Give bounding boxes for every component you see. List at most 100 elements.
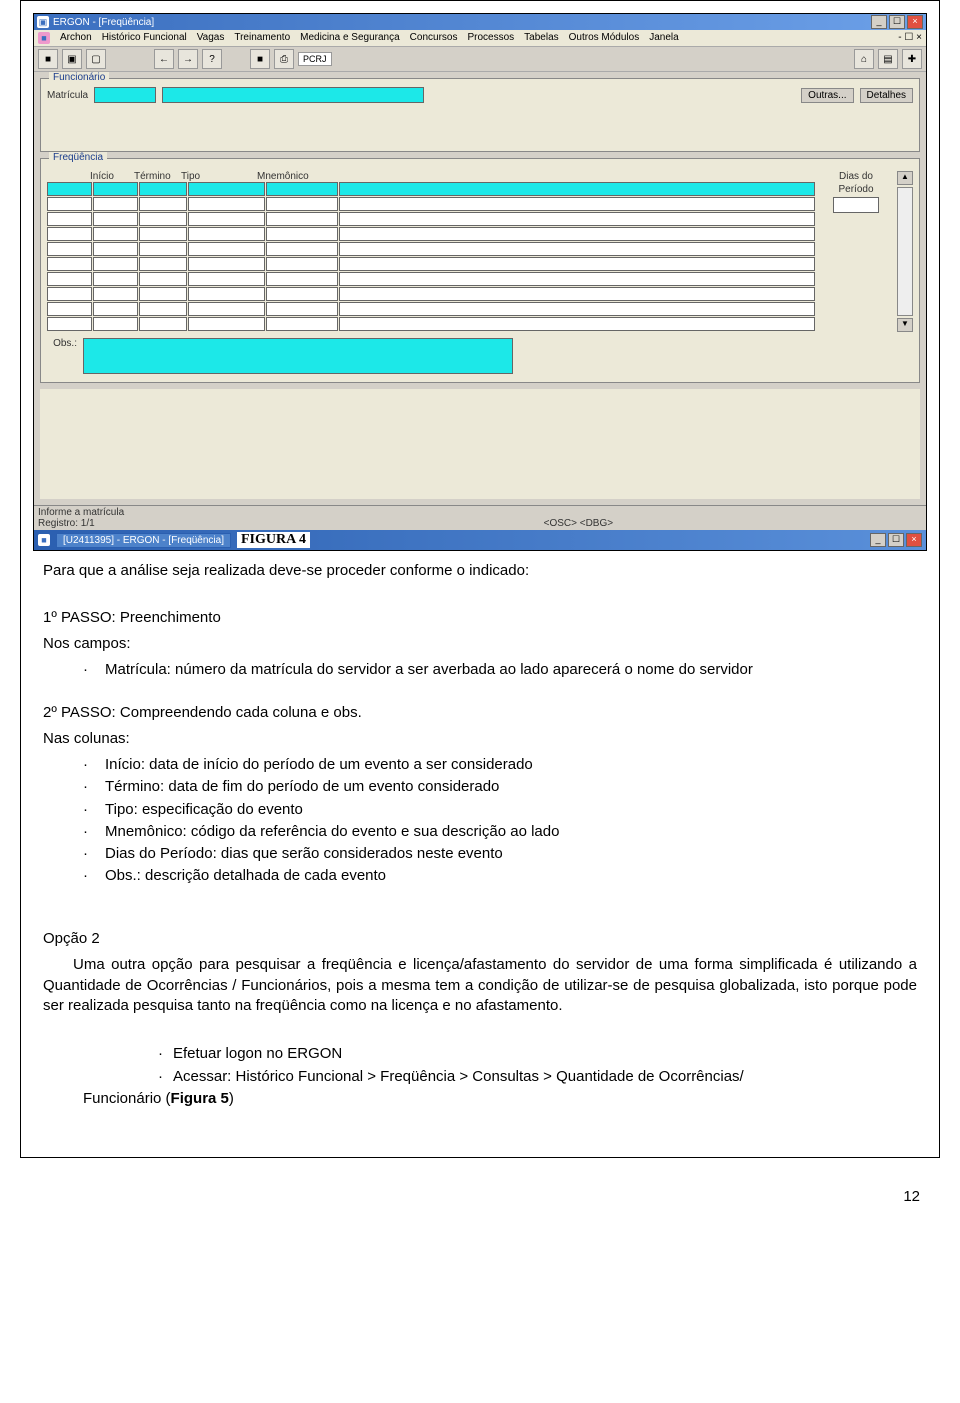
blank-area — [40, 389, 920, 499]
menu-vagas[interactable]: Vagas — [197, 32, 225, 44]
figura-caption: FIGURA 4 — [237, 532, 310, 548]
status-flags: <OSC> <DBG> — [544, 518, 613, 529]
table-row[interactable] — [47, 302, 815, 316]
frequencia-legend: Freqüência — [49, 152, 107, 163]
table-row[interactable] — [47, 257, 815, 271]
list-item: · Acessar: Histórico Funcional > Freqüên… — [103, 1067, 917, 1087]
dias-input[interactable] — [833, 197, 879, 213]
bullet-icon: · — [83, 822, 87, 826]
table-row[interactable] — [47, 197, 815, 211]
mdi-window-controls[interactable]: - ☐ × — [898, 32, 922, 44]
page-frame: ▣ ERGON - [Freqüência] _ ☐ × ■ Archon Hi… — [20, 0, 940, 1158]
table-row[interactable] — [47, 212, 815, 226]
outras-button[interactable]: Outras... — [801, 88, 853, 103]
menubar: ■ Archon Histórico Funcional Vagas Trein… — [34, 30, 926, 46]
passo2-title: 2º PASSO: Compreendendo cada coluna e ob… — [43, 703, 917, 723]
list-item: · Matrícula: número da matrícula do serv… — [83, 660, 917, 680]
tb-btn-12[interactable]: ✚ — [902, 49, 922, 69]
menu-treinamento[interactable]: Treinamento — [234, 32, 290, 44]
window-title-1: ERGON - [Freqüência] — [53, 17, 154, 28]
taskbar-item[interactable]: [U2411395] - ERGON - [Freqüência] — [56, 533, 231, 548]
ergon-window: ▣ ERGON - [Freqüência] _ ☐ × ■ Archon Hi… — [33, 13, 927, 551]
step-cont-text: Funcionário ( — [83, 1090, 171, 1107]
tb-btn-1[interactable]: ■ — [38, 49, 58, 69]
table-row[interactable] — [47, 287, 815, 301]
bullet-icon: · — [83, 777, 87, 781]
intro-paragraph: Para que a análise seja realizada deve-s… — [43, 561, 917, 581]
tb-prev-button[interactable]: ← — [154, 49, 174, 69]
bullet-icon: · — [83, 755, 87, 759]
menu-tabelas[interactable]: Tabelas — [524, 32, 558, 44]
tb-print-button[interactable]: ⎙ — [274, 49, 294, 69]
passo1-title: 1º PASSO: Preenchimento — [43, 608, 917, 628]
task-close-button[interactable]: × — [906, 533, 922, 547]
matricula-input[interactable] — [94, 87, 156, 103]
tb-pcrj-badge: PCRJ — [298, 52, 332, 66]
scrollbar-track[interactable] — [897, 187, 913, 316]
funcionario-panel: Funcionário Matrícula Outras... Detalhes — [40, 78, 920, 152]
tb-btn-11[interactable]: ▤ — [878, 49, 898, 69]
col-inicio: Início — [90, 171, 133, 182]
document-body: Para que a análise seja realizada deve-s… — [33, 551, 927, 1145]
bullet-icon: · — [83, 800, 87, 804]
passo2-item-6: Obs.: descrição detalhada de cada evento — [105, 866, 386, 886]
list-item: · Dias do Período: dias que serão conside… — [83, 844, 917, 864]
bullet-icon: · — [103, 1067, 163, 1087]
minimize-button[interactable]: _ — [871, 15, 887, 29]
passo2-item-5: Dias do Período: dias que serão consider… — [105, 844, 503, 864]
passo2-item-4: Mnemônico: código da referência do event… — [105, 822, 559, 842]
tb-btn-10[interactable]: ⌂ — [854, 49, 874, 69]
menu-outros[interactable]: Outros Módulos — [569, 32, 640, 44]
obs-label: Obs.: — [47, 338, 77, 349]
menu-archon[interactable]: Archon — [60, 32, 92, 44]
passo2-item-1: Início: data de início do período de um … — [105, 755, 533, 775]
page-number: 12 — [0, 1178, 960, 1225]
nome-input[interactable] — [162, 87, 424, 103]
menu-processos[interactable]: Processos — [467, 32, 514, 44]
tb-help-button[interactable]: ? — [202, 49, 222, 69]
list-item: · Efetuar logon no ERGON — [103, 1044, 917, 1064]
funcionario-legend: Funcionário — [49, 72, 109, 83]
tb-btn-2[interactable]: ▣ — [62, 49, 82, 69]
frequencia-grid: Início Término Tipo Mnemônico — [47, 171, 815, 332]
tb-next-button[interactable]: → — [178, 49, 198, 69]
step-1: Efetuar logon no ERGON — [173, 1044, 342, 1064]
step-close: ) — [229, 1090, 234, 1107]
maximize-button[interactable]: ☐ — [889, 15, 905, 29]
table-row[interactable] — [47, 182, 815, 196]
bullet-icon: · — [83, 844, 87, 848]
list-item: · Tipo: especificação do evento — [83, 800, 917, 820]
menu-medicina[interactable]: Medicina e Segurança — [300, 32, 400, 44]
col-tipo: Tipo — [181, 171, 256, 182]
menu-concursos[interactable]: Concursos — [410, 32, 458, 44]
obs-input[interactable] — [83, 338, 513, 374]
table-row[interactable] — [47, 317, 815, 331]
scroll-up-button[interactable]: ▲ — [897, 171, 913, 185]
dias-label-1: Dias do — [821, 171, 891, 182]
frequencia-panel: Freqüência Início Término Tipo Mnemônico — [40, 158, 920, 383]
table-row[interactable] — [47, 242, 815, 256]
menu-historico[interactable]: Histórico Funcional — [102, 32, 187, 44]
record-counter: Registro: 1/1 — [38, 518, 95, 529]
app-icon: ▣ — [37, 16, 49, 28]
list-item: · Obs.: descrição detalhada de cada event… — [83, 866, 917, 886]
task-max-button[interactable]: ☐ — [888, 533, 904, 547]
close-button[interactable]: × — [907, 15, 923, 29]
table-row[interactable] — [47, 272, 815, 286]
scroll-down-button[interactable]: ▼ — [897, 318, 913, 332]
table-row[interactable] — [47, 227, 815, 241]
detalhes-button[interactable]: Detalhes — [860, 88, 913, 103]
passo2-item-3: Tipo: especificação do evento — [105, 800, 303, 820]
menu-janela[interactable]: Janela — [649, 32, 678, 44]
outer-titlebar: ▣ ERGON - [Freqüência] _ ☐ × — [34, 14, 926, 30]
opcao2-paragraph: Uma outra opção para pesquisar a freqüên… — [43, 955, 917, 1016]
tb-btn-7[interactable]: ■ — [250, 49, 270, 69]
tb-btn-3[interactable]: ▢ — [86, 49, 106, 69]
task-min-button[interactable]: _ — [870, 533, 886, 547]
col-termino: Término — [134, 171, 180, 182]
list-item: · Mnemônico: código da referência do even… — [83, 822, 917, 842]
dias-periodo-column: Dias do Período — [821, 171, 891, 332]
passo1-item-text: Matrícula: número da matrícula do servid… — [105, 660, 753, 680]
bullet-icon: · — [83, 866, 87, 870]
taskbar: ■ [U2411395] - ERGON - [Freqüência] FIGU… — [34, 530, 926, 550]
